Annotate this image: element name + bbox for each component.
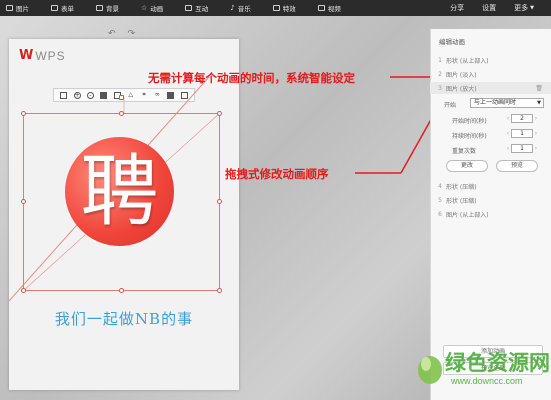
watermark-brand: 绿色资源网	[445, 351, 550, 375]
watermark-url: www.downcc.com	[451, 376, 523, 386]
watermark-logo	[418, 356, 442, 384]
